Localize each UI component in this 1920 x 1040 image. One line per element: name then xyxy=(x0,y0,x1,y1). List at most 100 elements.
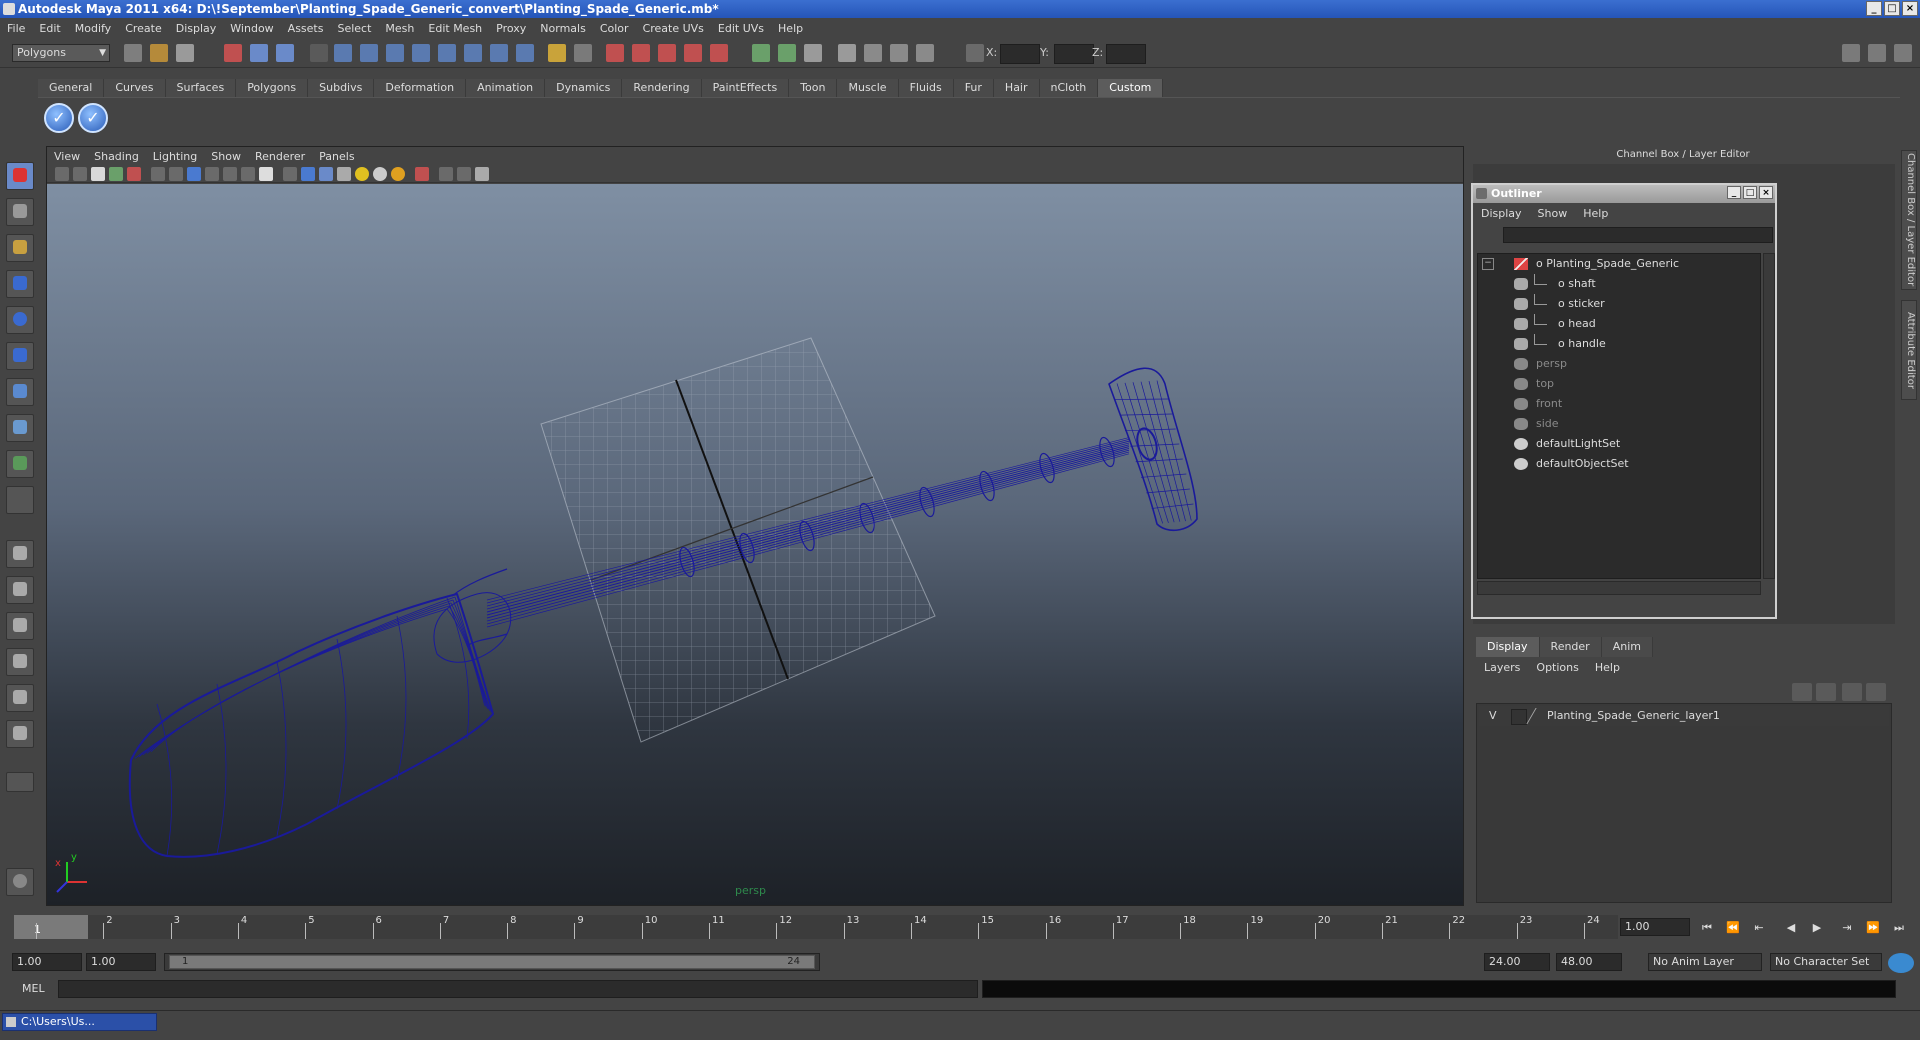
menu-color[interactable]: Color xyxy=(593,22,636,35)
shelf-tab-painteffects[interactable]: PaintEffects xyxy=(701,79,790,97)
outliner-item-top[interactable]: top xyxy=(1478,374,1760,394)
shelf-tab-polygons[interactable]: Polygons xyxy=(236,79,309,97)
playback-end-field[interactable]: 24.00 xyxy=(1484,953,1550,971)
menu-proxy[interactable]: Proxy xyxy=(489,22,533,35)
scene-svg[interactable]: x y xyxy=(47,184,1463,905)
minimize-button[interactable]: _ xyxy=(1866,1,1882,16)
time-slider[interactable]: 1 2 3 4 5 6 7 8 9 10 11 12 13 14 15 16 17 18 19 20 21 22 23 24 xyxy=(14,913,1618,943)
show-manipulator-tool[interactable] xyxy=(6,450,34,478)
toggle-tool-settings-icon[interactable] xyxy=(1868,44,1886,62)
go-to-end-button[interactable]: ⏭ xyxy=(1888,920,1910,936)
shelf-tab-deformation[interactable]: Deformation xyxy=(374,79,467,97)
shelf-tab-toon[interactable]: Toon xyxy=(789,79,838,97)
layer-menu-help[interactable]: Help xyxy=(1587,661,1628,674)
character-set-dropdown[interactable]: No Character Set xyxy=(1770,953,1882,971)
shelf-tab-surfaces[interactable]: Surfaces xyxy=(165,79,237,97)
side-tab-attribute-editor[interactable]: Attribute Editor xyxy=(1901,300,1917,400)
scale-tool[interactable] xyxy=(6,342,34,370)
vp-menu-renderer[interactable]: Renderer xyxy=(248,150,312,163)
play-forwards-button[interactable]: ▶ xyxy=(1806,920,1828,936)
layer-menu-options[interactable]: Options xyxy=(1528,661,1586,674)
outliner-minimize-button[interactable]: _ xyxy=(1727,186,1741,199)
y-field[interactable] xyxy=(1054,44,1094,64)
z-field[interactable] xyxy=(1106,44,1146,64)
outliner-item-planting-spade-generic[interactable]: − o Planting_Spade_Generic xyxy=(1478,254,1760,274)
outliner-vertical-scrollbar[interactable] xyxy=(1763,253,1775,579)
side-tab-channel-box[interactable]: Channel Box / Layer Editor xyxy=(1901,150,1917,290)
render-frame-icon[interactable] xyxy=(838,44,856,62)
outliner-menu-show[interactable]: Show xyxy=(1530,207,1576,220)
mel-toggle[interactable]: MEL xyxy=(12,981,54,997)
go-to-start-button[interactable]: ⏮ xyxy=(1696,920,1718,936)
layer-template-toggle[interactable] xyxy=(1511,709,1527,725)
layout-single-pane[interactable] xyxy=(6,540,34,568)
safe-title-icon[interactable] xyxy=(259,167,273,181)
paint-select-tool[interactable] xyxy=(6,234,34,262)
input-box-mode-icon[interactable] xyxy=(966,44,984,62)
new-scene-icon[interactable] xyxy=(124,44,142,62)
render-settings-icon[interactable] xyxy=(890,44,908,62)
layer-tab-display[interactable]: Display xyxy=(1476,637,1540,657)
image-plane-icon[interactable] xyxy=(109,167,123,181)
step-back-key-button[interactable]: ⏪ xyxy=(1722,920,1744,936)
universal-manipulator-tool[interactable] xyxy=(6,378,34,406)
range-slider-thumb[interactable]: 1 24 xyxy=(169,955,815,969)
time-slider-track[interactable]: 1 2 3 4 5 6 7 8 9 10 11 12 13 14 15 16 17 18 19 20 21 22 23 24 xyxy=(14,915,1618,939)
layer-tab-anim[interactable]: Anim xyxy=(1601,637,1653,657)
select-curves-icon[interactable] xyxy=(386,44,404,62)
select-component-icon[interactable] xyxy=(276,44,294,62)
layout-graph-persp[interactable] xyxy=(6,648,34,676)
snap-point-icon[interactable] xyxy=(658,44,676,62)
select-dynamics-icon[interactable] xyxy=(464,44,482,62)
shelf-tab-dynamics[interactable]: Dynamics xyxy=(545,79,623,97)
step-back-frame-button[interactable]: ⇤ xyxy=(1748,920,1770,936)
2d-pan-zoom-icon[interactable] xyxy=(127,167,141,181)
mask-dropdown-icon[interactable] xyxy=(310,44,328,62)
bookmarks-icon[interactable] xyxy=(91,167,105,181)
toggle-attribute-editor-icon[interactable] xyxy=(1842,44,1860,62)
layout-hypershade-persp[interactable] xyxy=(6,684,34,712)
outliner-menu-display[interactable]: Display xyxy=(1473,207,1530,220)
xray-components-icon[interactable] xyxy=(475,167,489,181)
maya-logo-button[interactable] xyxy=(6,868,34,896)
hypershade-icon[interactable] xyxy=(916,44,934,62)
open-scene-icon[interactable] xyxy=(150,44,168,62)
vp-menu-show[interactable]: Show xyxy=(204,150,248,163)
select-hierarchy-icon[interactable] xyxy=(224,44,242,62)
use-all-lights-icon[interactable] xyxy=(355,167,369,181)
outliner-maximize-button[interactable]: □ xyxy=(1743,186,1757,199)
command-input[interactable] xyxy=(58,980,978,998)
range-slider[interactable]: 1 24 xyxy=(164,953,820,971)
outliner-item-persp[interactable]: persp xyxy=(1478,354,1760,374)
move-layer-down-icon[interactable] xyxy=(1816,683,1836,701)
outliner-titlebar[interactable]: Outliner _ □ × xyxy=(1473,185,1775,203)
make-live-icon[interactable] xyxy=(710,44,728,62)
field-chart-icon[interactable] xyxy=(223,167,237,181)
lasso-tool[interactable] xyxy=(6,198,34,226)
expand-toggle-icon[interactable]: − xyxy=(1482,258,1494,270)
layout-persp-outliner[interactable] xyxy=(6,720,34,748)
outliner-item-handle[interactable]: o handle xyxy=(1478,334,1760,354)
outliner-filter-input[interactable] xyxy=(1503,227,1773,243)
vp-menu-panels[interactable]: Panels xyxy=(312,150,361,163)
close-button[interactable]: × xyxy=(1902,1,1918,16)
snap-grid-icon[interactable] xyxy=(606,44,624,62)
shelf-check-button-1[interactable]: ✓ xyxy=(44,103,74,133)
move-tool[interactable] xyxy=(6,270,34,298)
shelf-tab-custom[interactable]: Custom xyxy=(1098,79,1164,97)
shelf-tab-general[interactable]: General xyxy=(38,79,105,97)
snap-curve-icon[interactable] xyxy=(632,44,650,62)
menu-modify[interactable]: Modify xyxy=(68,22,118,35)
select-surfaces-icon[interactable] xyxy=(412,44,430,62)
layer-color-swatch[interactable] xyxy=(1526,708,1549,724)
grid-icon[interactable] xyxy=(151,167,165,181)
play-backwards-button[interactable]: ◀ xyxy=(1780,920,1802,936)
shelf-tab-ncloth[interactable]: nCloth xyxy=(1039,79,1099,97)
animation-start-field[interactable]: 1.00 xyxy=(12,953,82,971)
input-ops-icon[interactable] xyxy=(752,44,770,62)
xray-icon[interactable] xyxy=(439,167,453,181)
shelf-tab-curves[interactable]: Curves xyxy=(104,79,166,97)
menu-edit[interactable]: Edit xyxy=(32,22,67,35)
highlight-selection-icon[interactable] xyxy=(574,44,592,62)
film-gate-icon[interactable] xyxy=(169,167,183,181)
